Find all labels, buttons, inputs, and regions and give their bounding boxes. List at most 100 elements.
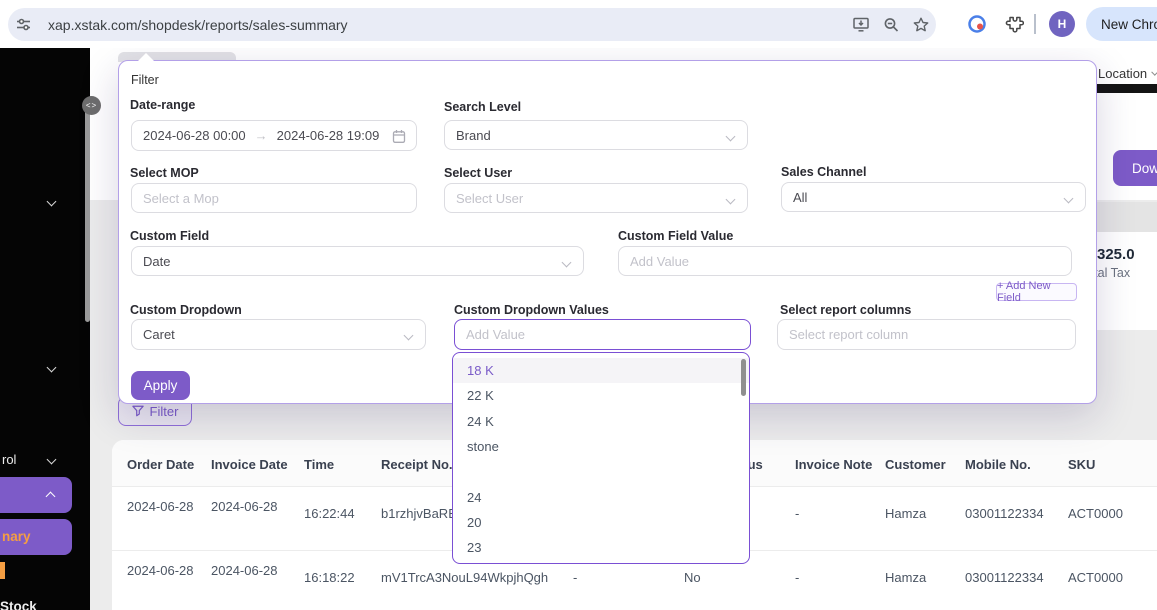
dropdown-option[interactable]: [453, 459, 749, 484]
table-column-header: Time: [304, 457, 334, 472]
dropdown-option[interactable]: 20: [453, 510, 749, 535]
section-divider-band: [1090, 202, 1157, 232]
table-cell: 2024-06-28: [211, 498, 279, 516]
extensions-puzzle-icon[interactable]: [999, 9, 1029, 39]
table-column-header: Invoice Note: [795, 457, 872, 472]
sidebar-item-label: nary: [2, 529, 31, 544]
chevron-down-icon: [726, 132, 736, 142]
total-tax-value: 325.0: [1097, 246, 1135, 263]
table-column-header: Customer: [885, 457, 946, 472]
table-cell: Hamza: [885, 506, 926, 521]
sidebar-item-stock[interactable]: Stock: [0, 599, 37, 610]
table-cell: No: [684, 570, 701, 585]
select-user-select[interactable]: Select User: [444, 183, 748, 213]
table-cell: 03001122334: [965, 506, 1044, 521]
filter-button-label: Filter: [150, 404, 179, 419]
table-cell: 03001122334: [965, 570, 1044, 585]
table-cell: -: [573, 570, 577, 585]
select-user-label: Select User: [444, 166, 512, 180]
dark-strip: [1095, 84, 1157, 93]
bookmark-star-icon[interactable]: [906, 10, 936, 40]
custom-dropdown-values-menu: 18 K22 K24 Kstone 242023: [452, 352, 750, 564]
sales-channel-label: Sales Channel: [781, 165, 866, 179]
zoom-icon[interactable]: [876, 10, 906, 40]
sidebar-scrollbar[interactable]: [85, 100, 90, 322]
custom-dropdown-select[interactable]: Caret: [131, 319, 426, 350]
table-cell: 2024-06-28: [127, 562, 195, 580]
custom-dropdown-value: Caret: [143, 327, 175, 342]
sidebar-item-fragment[interactable]: [0, 562, 5, 579]
search-level-label: Search Level: [444, 100, 521, 114]
dropdown-option[interactable]: 24 K: [453, 409, 749, 434]
address-bar[interactable]: xap.xstak.com/shopdesk/reports/sales-sum…: [8, 8, 936, 41]
dropdown-option[interactable]: 18 K: [453, 358, 749, 383]
sidebar: rol nary Stock ump: [0, 48, 90, 610]
site-settings-icon[interactable]: [8, 10, 38, 40]
install-app-icon[interactable]: [846, 10, 876, 40]
dropdown-option[interactable]: 24: [453, 484, 749, 509]
date-end-value[interactable]: 2024-06-28 19:09: [277, 128, 380, 143]
dropdown-option[interactable]: 23: [453, 535, 749, 560]
calendar-icon[interactable]: [392, 129, 406, 144]
apply-button[interactable]: Apply: [131, 371, 190, 400]
date-range-input[interactable]: 2024-06-28 00:00 → 2024-06-28 19:09: [131, 120, 417, 151]
sidebar-item-sales-summary-active[interactable]: nary: [0, 519, 72, 555]
sidebar-item-label: rol: [2, 452, 16, 467]
custom-dropdown-values-placeholder: Add Value: [466, 327, 525, 342]
table-cell: Hamza: [885, 570, 926, 585]
table-cell: 16:18:22: [304, 570, 355, 585]
select-report-columns-label: Select report columns: [780, 303, 911, 317]
table-column-header: Receipt No.: [381, 457, 453, 472]
download-button[interactable]: Download: [1113, 150, 1157, 186]
sidebar-collapse-handle[interactable]: <>: [82, 96, 101, 115]
select-report-columns-input[interactable]: Select report column: [777, 319, 1076, 350]
chevron-down-icon: [562, 258, 572, 268]
dropdown-option[interactable]: stone: [453, 434, 749, 459]
table-cell: mV1TrcA3NouL94WkpjhQgh: [381, 570, 548, 585]
sidebar-item-reports-expanded[interactable]: [0, 477, 72, 513]
location-selector[interactable]: Location: [1098, 63, 1157, 83]
custom-field-label: Custom Field: [130, 229, 209, 243]
chevron-down-icon: [1064, 194, 1074, 204]
custom-dropdown-label: Custom Dropdown: [130, 303, 242, 317]
custom-dropdown-values-input[interactable]: Add Value: [454, 319, 751, 350]
profile-avatar[interactable]: H: [1049, 11, 1075, 37]
dropdown-scrollbar[interactable]: [741, 359, 746, 396]
select-mop-label: Select MOP: [130, 166, 199, 180]
location-label: Location: [1098, 66, 1147, 81]
select-mop-input[interactable]: Select a Mop: [131, 183, 417, 213]
table-column-header: Order Date: [127, 457, 194, 472]
custom-field-value: Date: [143, 254, 170, 269]
modal-title: Filter: [131, 73, 159, 87]
sidebar-chevron-icon[interactable]: [47, 363, 57, 373]
select-report-columns-placeholder: Select report column: [789, 327, 908, 342]
dropdown-option[interactable]: 22 K: [453, 383, 749, 408]
funnel-icon: [132, 405, 144, 417]
table-cell: 2024-06-28: [127, 498, 195, 516]
url-text[interactable]: xap.xstak.com/shopdesk/reports/sales-sum…: [48, 17, 846, 33]
table-cell: ACT0000: [1068, 570, 1123, 585]
extension-badge-icon[interactable]: [962, 9, 992, 39]
date-start-value[interactable]: 2024-06-28 00:00: [143, 128, 246, 143]
table-cell: -: [795, 570, 799, 585]
sales-channel-select[interactable]: All: [781, 182, 1086, 212]
search-level-select[interactable]: Brand: [444, 120, 748, 150]
table-column-header: Mobile No.: [965, 457, 1031, 472]
search-level-value: Brand: [456, 128, 491, 143]
sales-channel-value: All: [793, 190, 807, 205]
add-new-field-button[interactable]: + Add New Field: [996, 283, 1077, 301]
custom-field-value-label: Custom Field Value: [618, 229, 733, 243]
sidebar-chevron-icon[interactable]: [47, 197, 57, 207]
chevron-up-icon: [46, 492, 56, 502]
sidebar-item-control[interactable]: rol: [0, 450, 90, 472]
chevron-down-icon: [47, 455, 57, 465]
table-cell: -: [795, 506, 799, 521]
date-range-arrow-icon: →: [255, 128, 268, 143]
browser-toolbar: xap.xstak.com/shopdesk/reports/sales-sum…: [0, 0, 1157, 48]
date-range-label: Date-range: [130, 98, 195, 112]
table-cell: 16:22:44: [304, 506, 355, 521]
custom-field-value-input[interactable]: Add Value: [618, 246, 1072, 276]
chevron-down-icon: [726, 195, 736, 205]
custom-field-select[interactable]: Date: [131, 246, 584, 276]
new-chrome-button[interactable]: New Chrome: [1086, 7, 1157, 41]
